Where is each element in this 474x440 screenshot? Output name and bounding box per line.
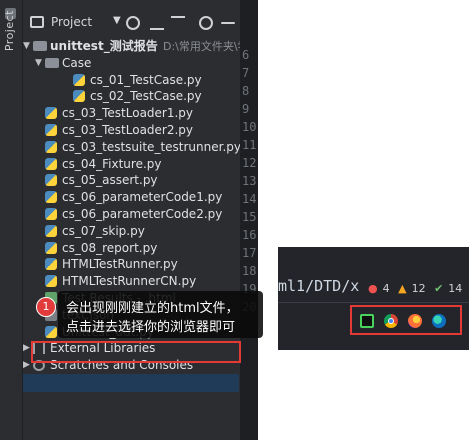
- callout-line-1: 会出现刚刚建立的html文件，: [66, 301, 239, 316]
- tree-item[interactable]: cs_07_skip.py: [23, 223, 258, 240]
- tree-item[interactable]: cs_01_TestCase.py: [23, 72, 258, 89]
- gear-icon[interactable]: [199, 16, 213, 30]
- line-number: 13: [242, 174, 257, 188]
- browser-icons-highlight: [350, 305, 462, 335]
- tree-item-label: HTMLTestRunnerCN.py: [62, 274, 197, 288]
- inset-divider: [278, 302, 469, 303]
- python-file-icon: [45, 326, 57, 338]
- test-results-highlight-box: [31, 341, 241, 363]
- tree-item[interactable]: ▼ unittest_测试报告 D:\常用文件夹\学习: [23, 38, 258, 55]
- python-file-icon: [73, 74, 85, 86]
- tree-item-label: cs_06_parameterCode1.py: [62, 190, 223, 204]
- editor-gutter: 67891011121314151617181920: [240, 0, 258, 440]
- locate-icon[interactable]: [126, 16, 140, 30]
- tree-item[interactable]: cs_03_TestLoader1.py: [23, 105, 258, 122]
- folder-icon: [33, 41, 47, 51]
- python-file-icon: [45, 124, 57, 136]
- line-number: 14: [242, 192, 257, 206]
- python-file-icon: [45, 191, 57, 203]
- line-number: 6: [242, 48, 250, 62]
- error-count: 4: [382, 282, 390, 295]
- python-file-icon: [45, 242, 57, 254]
- tree-item-label: cs_05_assert.py: [62, 173, 158, 187]
- tree-item-label: Case: [62, 56, 92, 70]
- python-file-icon: [45, 158, 57, 170]
- project-side-tab-label: Project: [3, 10, 16, 52]
- tree-item-label: cs_02_TestCase.py: [90, 89, 202, 103]
- chevron-down-icon[interactable]: ▼: [35, 55, 42, 72]
- tree-item-label: cs_06_parameterCode2.py: [62, 207, 223, 221]
- tree-item[interactable]: ▼ Case: [23, 55, 258, 72]
- callout-tooltip: 1 会出现刚刚建立的html文件， 点击进去选择你的浏览器即可: [36, 291, 263, 338]
- selected-row-highlight: [23, 374, 239, 392]
- line-number: 16: [242, 228, 257, 242]
- python-file-icon: [45, 275, 57, 287]
- line-number: 9: [242, 102, 250, 116]
- ide-project-panel: Project Project ▼ ▼ unittest_测试报告 D:\常用文件夹…: [0, 0, 258, 440]
- chevron-down-icon[interactable]: ▼: [23, 38, 30, 55]
- tree-item[interactable]: cs_06_parameterCode2.py: [23, 206, 258, 223]
- tree-item-label: cs_03_testsuite_testrunner.py: [62, 140, 241, 154]
- python-file-icon: [45, 258, 57, 270]
- line-number: 8: [242, 84, 250, 98]
- line-number: 18: [242, 264, 257, 278]
- line-number: 17: [242, 246, 257, 260]
- folder-icon: [45, 58, 59, 68]
- line-number: 7: [242, 66, 250, 80]
- edge-icon[interactable]: [432, 314, 446, 328]
- editor-url-fragment: ml1/DTD/x: [278, 277, 360, 295]
- tree-item[interactable]: cs_03_testsuite_testrunner.py: [23, 139, 258, 156]
- tree-item[interactable]: cs_06_parameterCode1.py: [23, 189, 258, 206]
- tree-item[interactable]: cs_08_report.py: [23, 240, 258, 257]
- firefox-icon[interactable]: [408, 314, 422, 328]
- callout-line-2: 点击进去选择你的浏览器即可: [66, 320, 236, 335]
- collapse-all-icon[interactable]: [171, 16, 185, 30]
- warning-count: 12: [411, 282, 426, 295]
- line-number: 11: [242, 138, 257, 152]
- error-icon: ●: [368, 282, 378, 295]
- ok-count: 14: [448, 282, 463, 295]
- tree-item-label: cs_08_report.py: [62, 241, 158, 255]
- line-number: 15: [242, 210, 257, 224]
- chevron-right-icon[interactable]: ▶: [23, 340, 30, 357]
- tree-item-label: HTMLTestRunner.py: [62, 257, 178, 271]
- tree-item[interactable]: cs_03_TestLoader2.py: [23, 122, 258, 139]
- tree-item-label: cs_03_TestLoader1.py: [62, 106, 194, 120]
- chevron-down-icon[interactable]: ▼: [113, 15, 121, 26]
- project-side-tab[interactable]: Project: [0, 0, 23, 440]
- python-file-icon: [45, 141, 57, 153]
- tree-item[interactable]: cs_02_TestCase.py: [23, 88, 258, 105]
- project-view-title[interactable]: Project: [51, 15, 92, 29]
- python-file-icon: [45, 174, 57, 186]
- minimize-icon[interactable]: [221, 22, 235, 24]
- tree-item-label: cs_01_TestCase.py: [90, 73, 202, 87]
- tree-item[interactable]: cs_04_Fixture.py: [23, 156, 258, 173]
- project-toolbar: Project ▼: [23, 10, 258, 36]
- tree-item-label: cs_07_skip.py: [62, 224, 145, 238]
- inspection-status[interactable]: ● 4 ▲ 12 ✔ 14: [368, 282, 467, 296]
- tree-item[interactable]: HTMLTestRunner.py: [23, 256, 258, 273]
- expand-all-icon[interactable]: [150, 16, 164, 30]
- tree-item[interactable]: cs_05_assert.py: [23, 172, 258, 189]
- line-number: 12: [242, 156, 257, 170]
- chevron-right-icon[interactable]: ▶: [23, 357, 30, 374]
- python-file-icon: [45, 225, 57, 237]
- tree-item-label: cs_03_TestLoader2.py: [62, 123, 194, 137]
- tree-item-label: unittest_测试报告: [50, 39, 158, 53]
- line-number: 10: [242, 120, 257, 134]
- check-icon: ✔: [434, 282, 444, 295]
- python-file-icon: [45, 208, 57, 220]
- tree-item-label: cs_04_Fixture.py: [62, 157, 162, 171]
- python-file-icon: [45, 107, 57, 119]
- step-badge: 1: [36, 297, 56, 317]
- warning-icon: ▲: [398, 282, 407, 295]
- project-view-icon: [30, 16, 44, 28]
- chrome-icon[interactable]: [384, 314, 398, 328]
- browser-chooser-inset: ml1/DTD/x ● 4 ▲ 12 ✔ 14: [278, 247, 469, 350]
- tree-item[interactable]: HTMLTestRunnerCN.py: [23, 273, 258, 290]
- python-file-icon: [73, 90, 85, 102]
- pycharm-icon[interactable]: [360, 314, 374, 328]
